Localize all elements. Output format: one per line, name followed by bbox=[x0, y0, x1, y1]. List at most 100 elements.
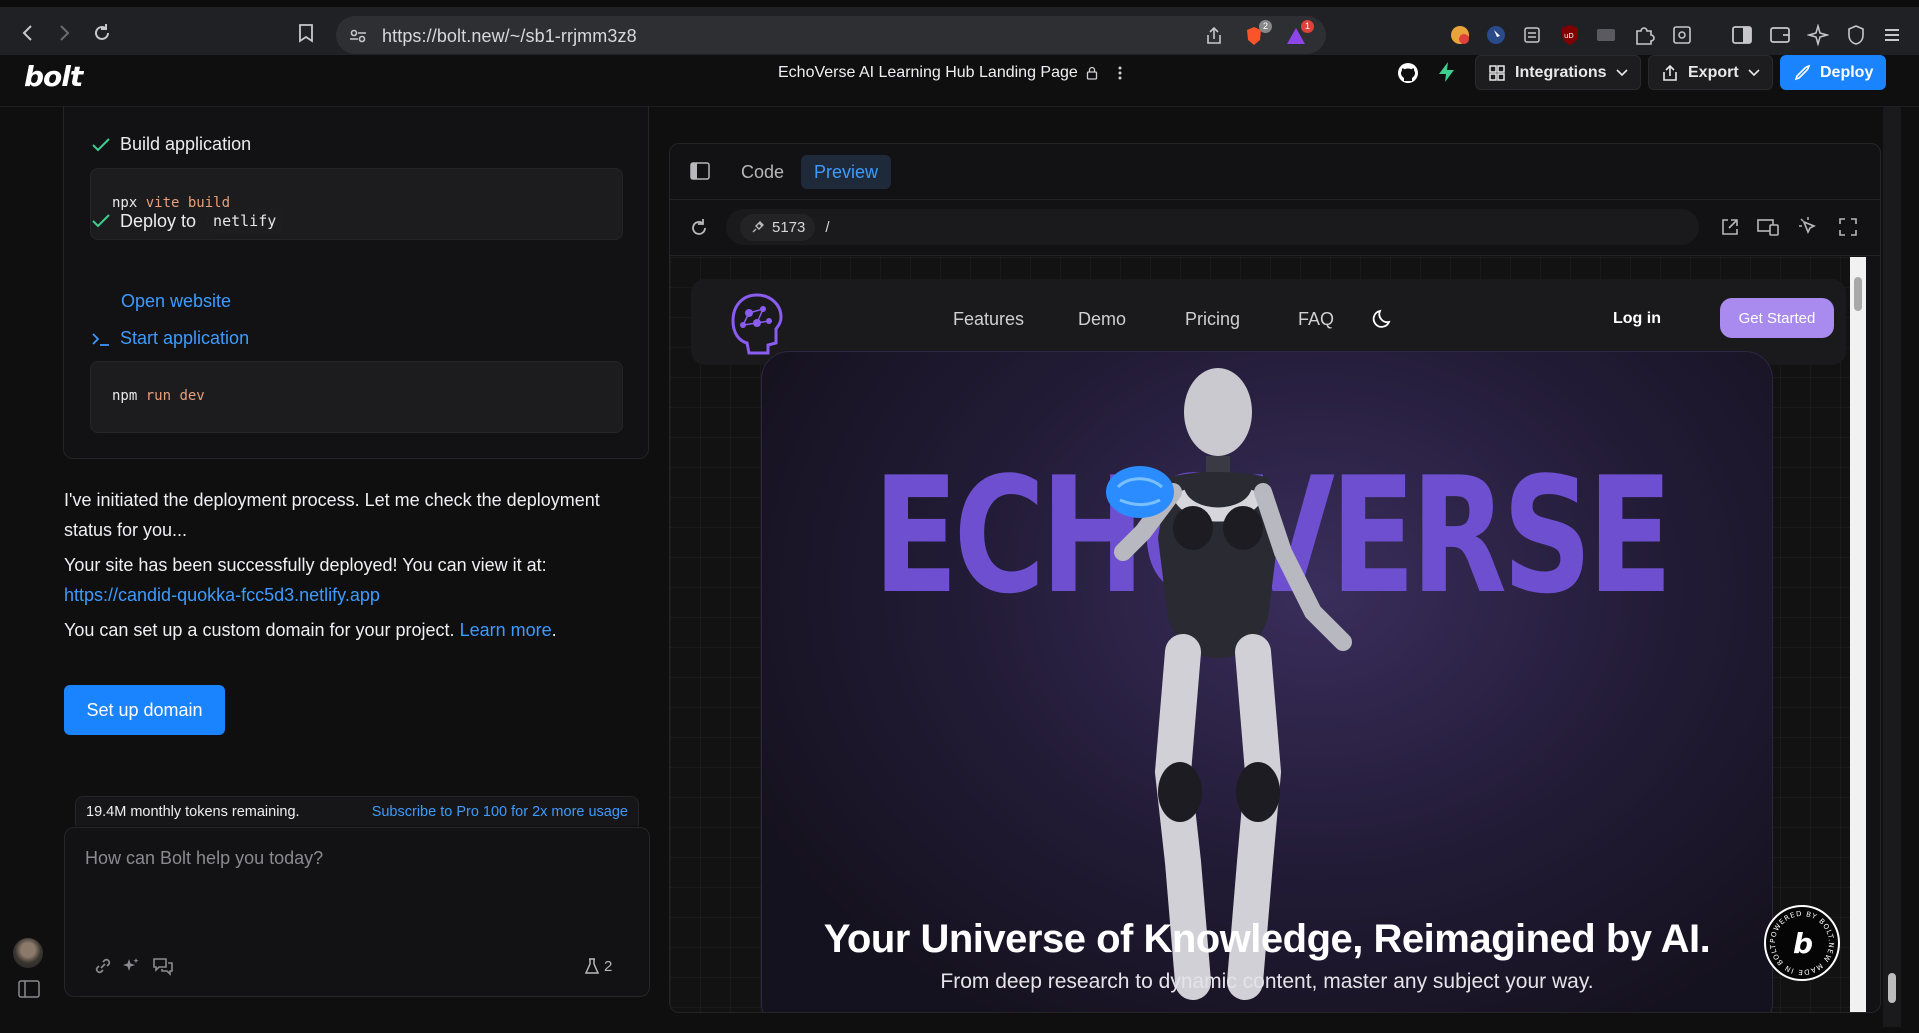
flask-icon bbox=[585, 958, 599, 974]
scrollbar-thumb[interactable] bbox=[1888, 973, 1896, 1003]
nav-pricing[interactable]: Pricing bbox=[1185, 309, 1240, 330]
prompt-box: 2 bbox=[64, 827, 650, 997]
login-link[interactable]: Log in bbox=[1613, 310, 1661, 328]
grid-icon bbox=[1488, 64, 1506, 82]
app-header: bolt EchoVerse AI Learning Hub Landing P… bbox=[0, 55, 1919, 107]
enhance-prompt-icon[interactable] bbox=[119, 954, 143, 978]
step-start[interactable]: Start application bbox=[92, 328, 249, 349]
more-options-icon[interactable] bbox=[1118, 65, 1122, 81]
svg-text:uD: uD bbox=[1564, 32, 1574, 40]
project-title: EchoVerse AI Learning Hub Landing Page bbox=[778, 64, 1078, 81]
chat-panel: Build application npx vite build Deploy … bbox=[0, 107, 660, 1033]
tab-code[interactable]: Code bbox=[728, 155, 797, 189]
brain-head-logo-icon[interactable] bbox=[727, 291, 787, 355]
prompt-input[interactable] bbox=[85, 848, 625, 869]
integrations-button[interactable]: Integrations bbox=[1475, 55, 1641, 90]
learn-more-link[interactable]: Learn more bbox=[460, 620, 552, 640]
vpn-icon[interactable] bbox=[1844, 23, 1868, 47]
action-steps-card: Build application npx vite build Deploy … bbox=[63, 107, 649, 459]
brave-rewards-icon[interactable]: 1 bbox=[1284, 20, 1314, 48]
share-icon[interactable] bbox=[1202, 24, 1226, 48]
site-settings-icon[interactable] bbox=[346, 24, 370, 48]
hero-section: ECHOVERSE Your Universe of Knowledge, Re… bbox=[761, 351, 1773, 1012]
avatar[interactable] bbox=[13, 938, 43, 968]
reload-icon[interactable] bbox=[88, 19, 116, 47]
terminal-icon bbox=[92, 332, 110, 346]
notes-extension-icon[interactable] bbox=[1520, 23, 1544, 47]
leo-ai-icon[interactable] bbox=[1806, 23, 1830, 47]
message-text: Your site has been successfully deployed… bbox=[64, 555, 547, 575]
check-icon bbox=[92, 137, 110, 152]
lab-counter[interactable]: 2 bbox=[585, 954, 625, 978]
browser-menu-icon[interactable] bbox=[1880, 23, 1904, 47]
moon-icon[interactable] bbox=[1372, 308, 1394, 330]
chevron-down-icon bbox=[1615, 68, 1628, 77]
deploy-button[interactable]: Deploy bbox=[1780, 55, 1887, 90]
nav-demo[interactable]: Demo bbox=[1078, 309, 1126, 330]
assistant-message: Your site has been successfully deployed… bbox=[64, 550, 644, 610]
device-preview-icon[interactable] bbox=[1756, 217, 1780, 237]
discuss-icon[interactable] bbox=[151, 954, 175, 978]
preview-panel: Code Preview 5173 / Features Demo Pricin… bbox=[669, 143, 1881, 1013]
open-website-link[interactable]: Open website bbox=[121, 291, 231, 312]
tab-preview[interactable]: Preview bbox=[801, 155, 892, 189]
preview-url-field[interactable]: 5173 / bbox=[726, 209, 1699, 245]
plug-icon bbox=[752, 221, 764, 233]
open-new-tab-icon[interactable] bbox=[1720, 217, 1740, 237]
cookie-extension-icon[interactable] bbox=[1448, 23, 1472, 47]
sidebar-toggle-icon[interactable] bbox=[18, 980, 40, 998]
rocket-icon bbox=[1793, 64, 1811, 82]
cursor-extension-icon[interactable] bbox=[1484, 23, 1508, 47]
deployed-url-link[interactable]: https://candid-quokka-fcc5d3.netlify.app bbox=[64, 580, 644, 610]
nav-faq[interactable]: FAQ bbox=[1298, 309, 1334, 330]
sidebar-toggle-icon[interactable] bbox=[1730, 23, 1754, 47]
port-selector[interactable]: 5173 bbox=[740, 213, 816, 241]
step-label: Deploy to bbox=[120, 210, 197, 231]
brave-shield-icon[interactable]: 2 bbox=[1242, 20, 1272, 48]
project-title-group[interactable]: EchoVerse AI Learning Hub Landing Page bbox=[778, 64, 1122, 82]
assistant-message: I've initiated the deployment process. L… bbox=[64, 490, 600, 540]
reload-preview-icon[interactable] bbox=[688, 217, 710, 239]
wallet-icon[interactable] bbox=[1768, 23, 1792, 47]
subscribe-link[interactable]: Subscribe to Pro 100 for 2x more usage bbox=[372, 804, 628, 820]
panel-toggle-icon[interactable] bbox=[690, 162, 710, 180]
url-bar[interactable]: https://bolt.new/~/sb1-rrjmm3z8 2 1 bbox=[336, 16, 1326, 54]
extensions-puzzle-icon[interactable] bbox=[1632, 23, 1656, 47]
reader-icon[interactable] bbox=[1670, 23, 1694, 47]
browser-toolbar: https://bolt.new/~/sb1-rrjmm3z8 2 1 uD bbox=[0, 0, 1919, 55]
chevron-down-icon bbox=[1748, 68, 1760, 77]
stamp-letter: b bbox=[1793, 927, 1813, 960]
nav-features[interactable]: Features bbox=[953, 309, 1024, 330]
export-icon bbox=[1661, 64, 1679, 82]
preview-toolbar: Code Preview bbox=[670, 144, 1880, 200]
supabase-icon[interactable] bbox=[1436, 61, 1458, 83]
export-button[interactable]: Export bbox=[1648, 55, 1773, 90]
command: npm bbox=[112, 388, 138, 404]
brave-badge: 2 bbox=[1259, 20, 1272, 33]
preview-scrollbar[interactable] bbox=[1850, 257, 1866, 1012]
page-scrollbar[interactable] bbox=[1883, 107, 1901, 1027]
command-args: run dev bbox=[145, 388, 205, 404]
scrollbar-thumb[interactable] bbox=[1854, 277, 1862, 311]
made-in-bolt-badge[interactable]: POWERED BY BOLT.NEW MADE IN BOLT.NEW b bbox=[1764, 905, 1840, 981]
lock-icon bbox=[1086, 66, 1098, 80]
port-number: 5173 bbox=[772, 218, 806, 236]
inspect-icon[interactable] bbox=[1798, 216, 1820, 238]
forward-icon[interactable] bbox=[50, 19, 78, 47]
screen-extension-icon[interactable] bbox=[1594, 23, 1618, 47]
attach-link-icon[interactable] bbox=[91, 954, 115, 978]
view-tabs: Code Preview bbox=[728, 155, 892, 189]
hero-title: Your Universe of Knowledge, Reimagined b… bbox=[823, 917, 1711, 961]
back-icon[interactable] bbox=[14, 19, 42, 47]
step-build: Build application bbox=[92, 134, 251, 155]
setup-domain-button[interactable]: Set up domain bbox=[64, 685, 225, 735]
bolt-logo[interactable]: bolt bbox=[24, 60, 83, 93]
fullscreen-icon[interactable] bbox=[1838, 217, 1858, 237]
get-started-button[interactable]: Get Started bbox=[1720, 298, 1834, 338]
bookmark-icon[interactable] bbox=[292, 19, 320, 47]
bolt-badge-icon: POWERED BY BOLT.NEW MADE IN BOLT.NEW b bbox=[1766, 907, 1834, 976]
github-icon[interactable] bbox=[1396, 61, 1420, 85]
step-deploy: Deploy to netlify bbox=[92, 209, 284, 233]
ublock-icon[interactable]: uD bbox=[1558, 23, 1582, 47]
site-preview: Features Demo Pricing FAQ Log in Get Sta… bbox=[670, 257, 1866, 1012]
